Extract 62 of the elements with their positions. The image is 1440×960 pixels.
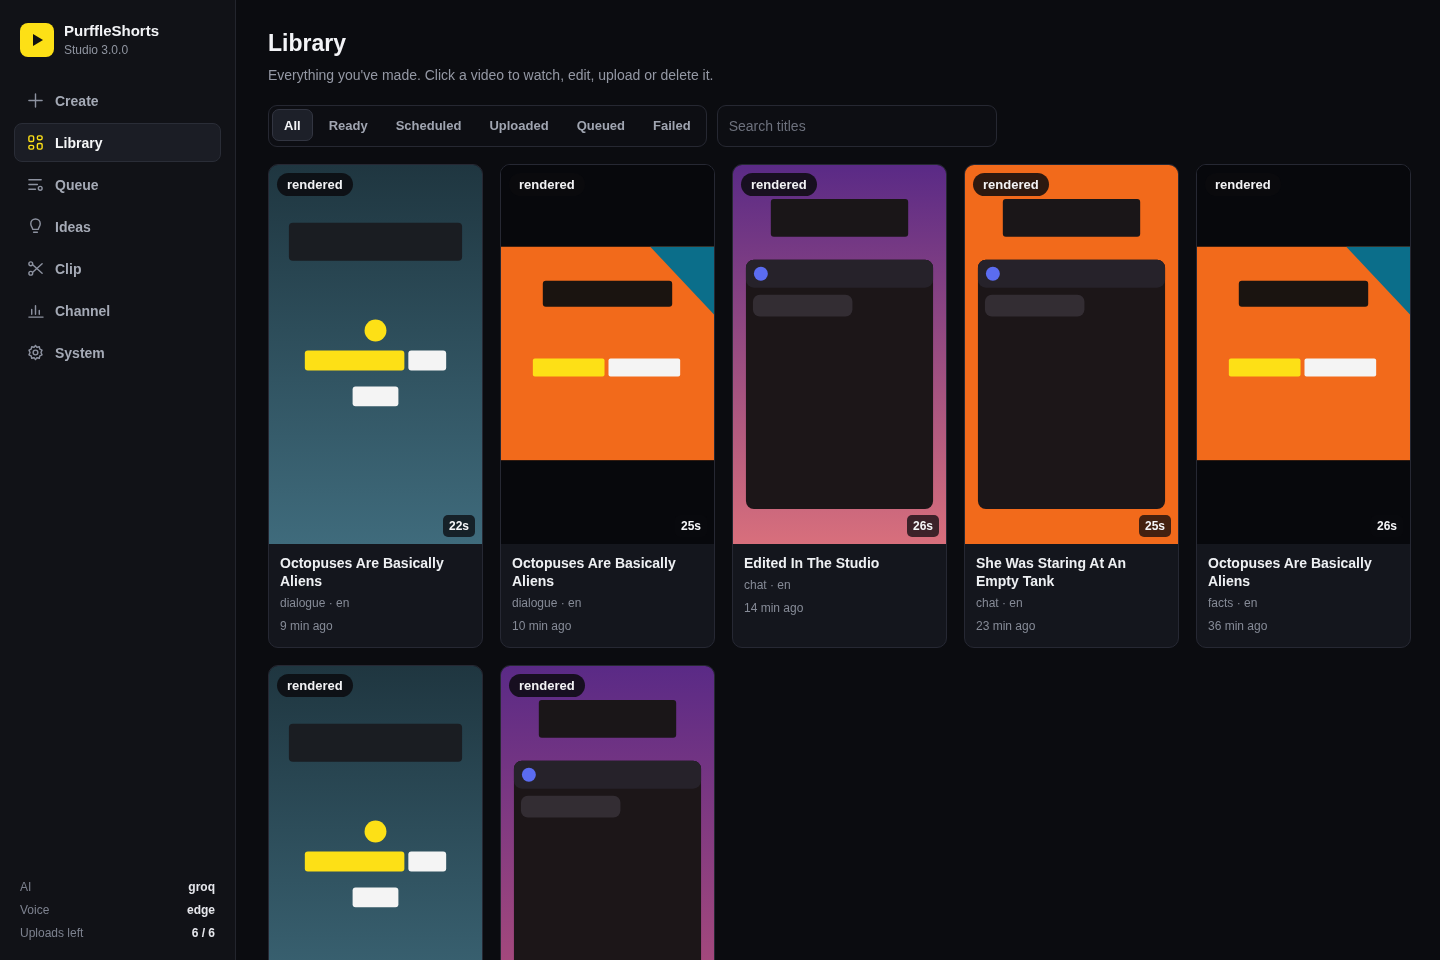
video-meta: facts · en [1208, 596, 1259, 610]
search-field[interactable]: Search titles [716, 105, 997, 147]
video-card[interactable]: rendered 25s She Was Staring At An Empty Tank chat · en 23 min ago [964, 164, 1179, 648]
video-meta: dialogue · en [280, 596, 351, 610]
nav-item[interactable]: System [14, 333, 221, 372]
nav-item[interactable]: Channel [14, 291, 221, 330]
video-title: Octopuses Are Basically Aliens [1208, 554, 1373, 590]
status-value: edge [187, 903, 215, 917]
status-badge: rendered [973, 173, 1049, 196]
nav-item[interactable]: Ideas [14, 207, 221, 246]
nav-item[interactable]: Queue [14, 165, 221, 204]
scissors-icon [27, 260, 44, 277]
nav-item[interactable]: Library [14, 123, 221, 162]
filter-tab[interactable]: Scheduled [383, 109, 474, 141]
status-label: AI [20, 880, 32, 894]
settings-icon [27, 344, 44, 361]
video-title: Octopuses Are Basically Aliens [280, 554, 445, 590]
filter-tab[interactable]: Ready [316, 109, 380, 141]
video-card[interactable]: rendered 26s Edited In The Studio chat · en 14 min ago [732, 164, 947, 648]
video-meta: chat · en [976, 596, 1024, 610]
grid-icon [27, 134, 44, 151]
video-time: 23 min ago [976, 619, 1037, 633]
lightbulb-icon [27, 218, 44, 235]
status-value: 6 / 6 [191, 926, 215, 940]
list-icon [27, 176, 44, 193]
video-card[interactable]: rendered [268, 665, 483, 960]
status-label: Uploads left [20, 926, 84, 940]
video-card[interactable]: rendered [500, 665, 715, 960]
duration-badge: 22s [442, 515, 475, 537]
status-badge: rendered [277, 173, 353, 196]
page-subtitle: Everything you've made. Click a video to watch, edit, upload or delete it. [268, 67, 715, 83]
video-time: 10 min ago [512, 619, 573, 633]
status-value: groq [188, 880, 215, 894]
app-version: Studio 3.0.0 [64, 43, 130, 57]
duration-badge: 25s [1138, 515, 1171, 537]
filter-tab[interactable]: Failed [641, 109, 703, 141]
filter-tab[interactable]: All [272, 109, 313, 141]
nav-item[interactable]: Create [14, 81, 221, 120]
video-card[interactable]: rendered 25s Octopuses Are Basically Aliens dialogue · en 10 min ago [500, 164, 715, 648]
video-title: Edited In The Studio [744, 554, 881, 572]
status-badge: rendered [277, 674, 353, 697]
video-time: 14 min ago [744, 601, 805, 615]
video-title: Octopuses Are Basically Aliens [512, 554, 677, 590]
video-card[interactable]: rendered 22s Octopuses Are Basically Aliens dialogue · en 9 min ago [268, 164, 483, 648]
app-name: PurffleShorts [64, 22, 159, 39]
video-title: She Was Staring At An Empty Tank [976, 554, 1128, 590]
filter-tab[interactable]: Queued [564, 109, 638, 141]
video-time: 36 min ago [1208, 619, 1269, 633]
video-time: 9 min ago [280, 619, 334, 633]
page-title: Library [268, 30, 347, 57]
bar-chart-icon [27, 302, 44, 319]
status-badge: rendered [741, 173, 817, 196]
status-badge: rendered [509, 674, 585, 697]
play-logo-icon [20, 22, 54, 57]
video-meta: dialogue · en [512, 596, 583, 610]
nav-item[interactable]: Clip [14, 249, 221, 288]
plus-icon [27, 92, 44, 109]
video-card[interactable]: rendered 26s Octopuses Are Basically Aliens facts · en 36 min ago [1196, 164, 1411, 648]
video-meta: chat · en [744, 578, 792, 592]
duration-badge: 26s [906, 515, 939, 537]
status-label: Voice [20, 903, 50, 917]
filter-tab[interactable]: Uploaded [477, 109, 561, 141]
